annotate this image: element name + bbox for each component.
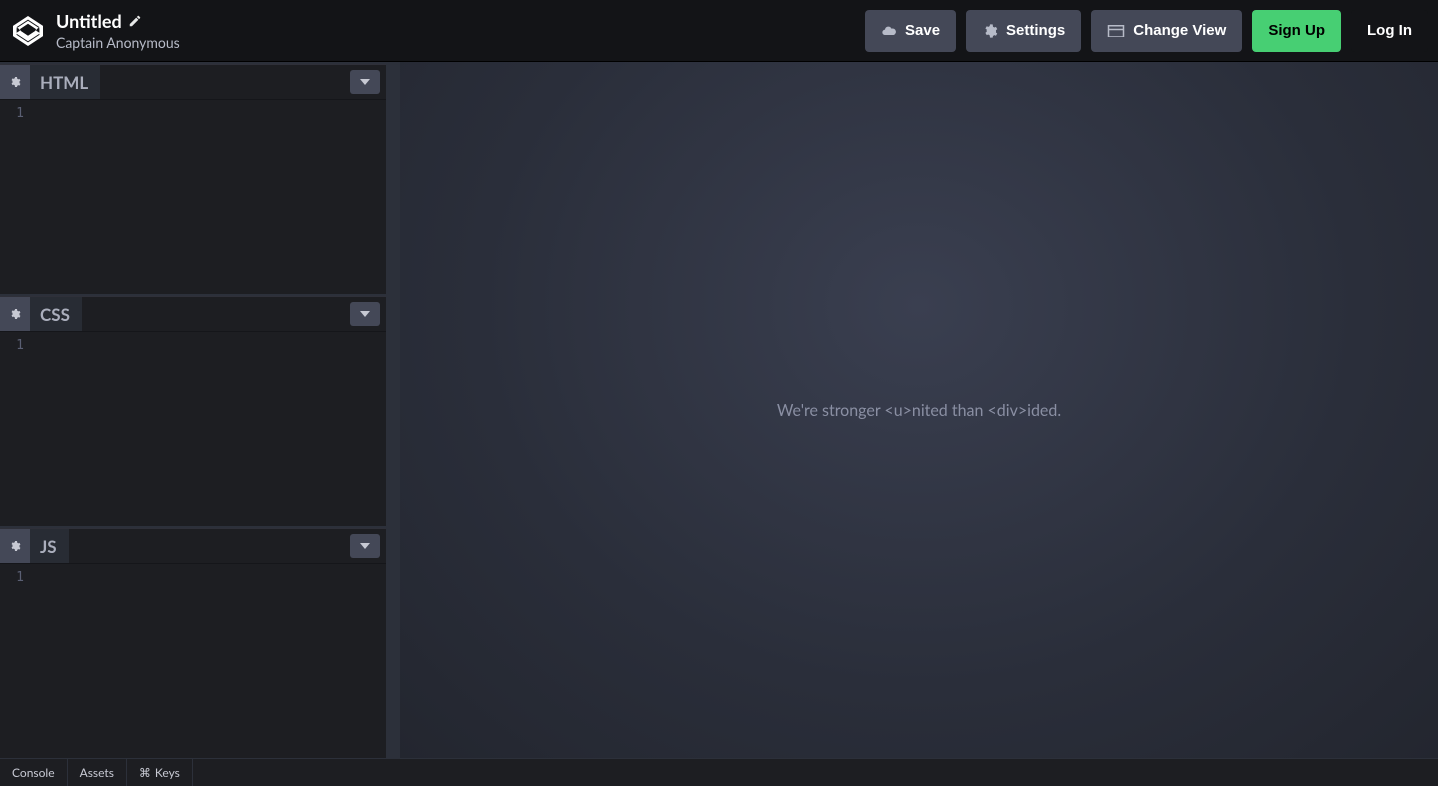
title-block: Untitled Captain Anonymous [56,10,180,51]
pane-dropdown-js[interactable] [350,534,380,558]
gear-icon [9,540,21,552]
assets-label: Assets [80,765,114,780]
pen-title[interactable]: Untitled [56,10,180,32]
pane-settings-css[interactable] [0,297,30,331]
settings-button[interactable]: Settings [966,10,1081,52]
log-in-label: Log In [1367,22,1412,39]
editor-pane-html: HTML 1 [0,64,386,296]
codepen-logo[interactable] [10,13,46,49]
editor-pane-js: JS 1 [0,528,386,758]
code-js[interactable] [30,564,386,758]
main-area: HTML 1 CSS [0,62,1438,758]
preview-pane: We're stronger <u>nited than <div>ided. [400,62,1438,758]
editors-column: HTML 1 CSS [0,62,400,758]
log-in-button[interactable]: Log In [1351,10,1428,52]
edit-icon[interactable] [128,14,142,28]
bottom-bar: Console Assets ⌘ Keys [0,758,1438,786]
pane-dropdown-html[interactable] [350,70,380,94]
keys-prefix: ⌘ [139,765,151,780]
save-label: Save [905,22,940,39]
gutter-js: 1 [0,564,30,758]
sign-up-label: Sign Up [1268,22,1325,39]
settings-label: Settings [1006,22,1065,39]
gear-icon [9,76,21,88]
chevron-down-icon [360,77,370,87]
pane-header-css: CSS [0,296,386,332]
keys-button[interactable]: ⌘ Keys [127,759,193,786]
gear-icon [9,308,21,320]
code-area-js[interactable]: 1 [0,564,386,758]
pane-header-html: HTML [0,64,386,100]
keys-label: Keys [155,765,180,780]
pane-settings-js[interactable] [0,529,30,563]
preview-placeholder-message: We're stronger <u>nited than <div>ided. [777,401,1061,420]
code-css[interactable] [30,332,386,526]
pen-title-text: Untitled [56,10,122,32]
top-bar-actions: Save Settings Change View Sign Up Log In [865,10,1428,52]
console-button[interactable]: Console [0,759,68,786]
assets-button[interactable]: Assets [68,759,127,786]
sign-up-button[interactable]: Sign Up [1252,10,1341,52]
cloud-icon [881,23,897,39]
layout-icon [1107,24,1125,38]
code-html[interactable] [30,100,386,294]
pane-title-css: CSS [30,304,70,325]
pane-header-js: JS [0,528,386,564]
console-label: Console [12,765,55,780]
pane-title-js: JS [30,536,57,557]
change-view-label: Change View [1133,22,1226,39]
gear-icon [982,23,998,39]
pane-dropdown-css[interactable] [350,302,380,326]
save-button[interactable]: Save [865,10,956,52]
chevron-down-icon [360,541,370,551]
gutter-html: 1 [0,100,30,294]
code-area-css[interactable]: 1 [0,332,386,526]
pen-author[interactable]: Captain Anonymous [56,34,180,51]
code-area-html[interactable]: 1 [0,100,386,294]
top-bar: Untitled Captain Anonymous Save Settings… [0,0,1438,62]
change-view-button[interactable]: Change View [1091,10,1242,52]
codepen-icon [13,16,43,46]
pane-settings-html[interactable] [0,65,30,99]
gutter-css: 1 [0,332,30,526]
chevron-down-icon [360,309,370,319]
editor-pane-css: CSS 1 [0,296,386,528]
pane-title-html: HTML [30,72,88,93]
